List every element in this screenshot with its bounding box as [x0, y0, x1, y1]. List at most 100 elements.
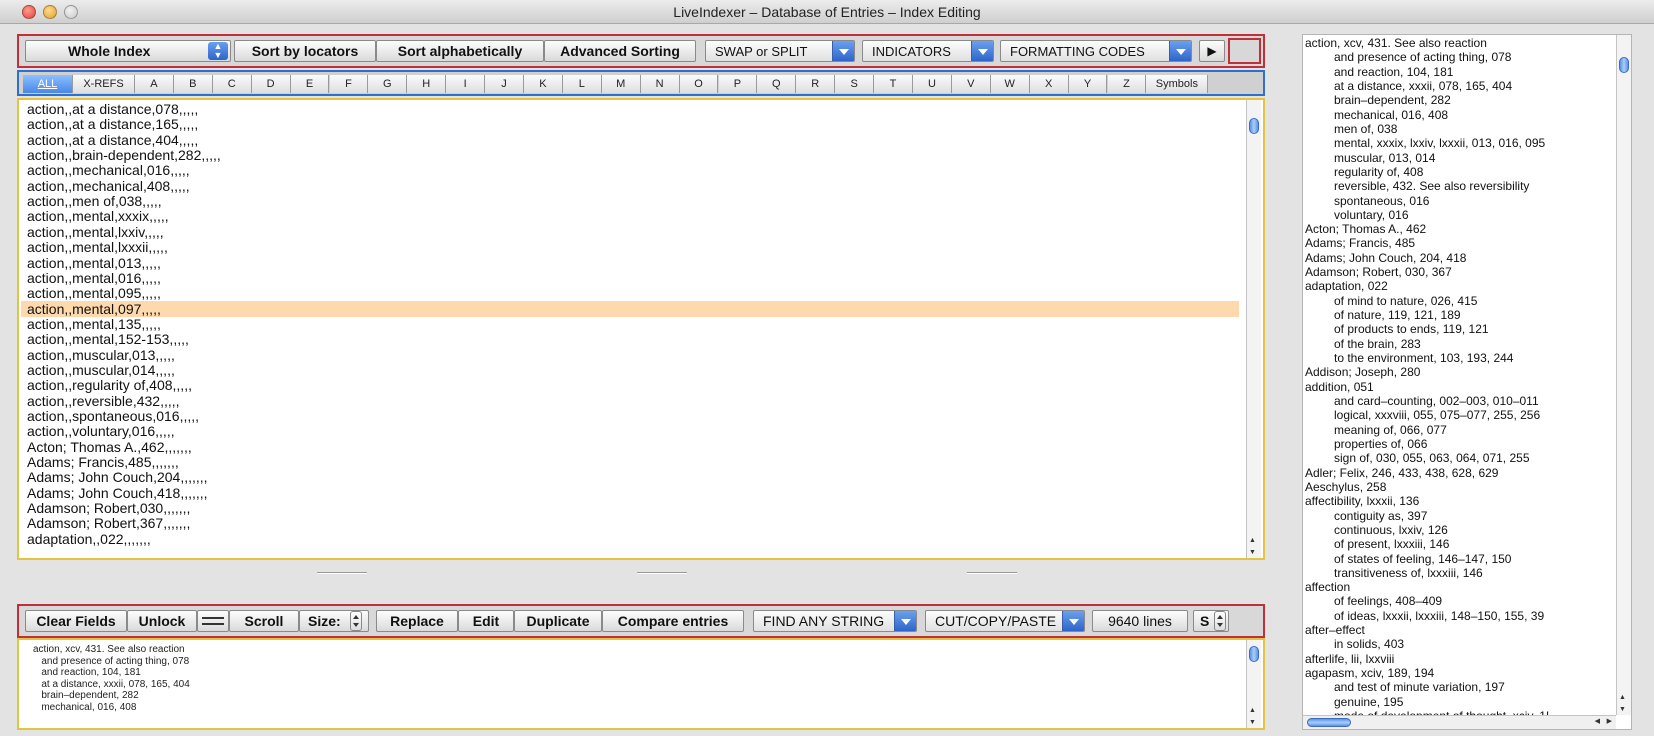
entry-row[interactable]: action,,at a distance,404,,,,,: [27, 132, 198, 148]
list-scroll-thumb[interactable]: [1249, 118, 1259, 134]
scroll-right-arrow-icon[interactable]: ▶: [1607, 717, 1612, 725]
letter-tab-a[interactable]: A: [135, 75, 174, 93]
swap-or-split-dropdown[interactable]: SWAP or SPLIT: [705, 40, 855, 62]
letter-tab-f[interactable]: F: [329, 75, 369, 93]
scroll-up-arrow-icon[interactable]: ▲: [1249, 707, 1256, 714]
formatted-index-panel[interactable]: action, xcv, 431. See also reaction and p…: [1302, 34, 1632, 730]
entry-row[interactable]: Adams; John Couch,204,,,,,,,: [27, 470, 208, 485]
scroll-down-arrow-icon[interactable]: ▼: [1249, 549, 1256, 556]
entry-row[interactable]: action,,muscular,014,,,,,: [27, 362, 175, 378]
sort-alphabetically-button[interactable]: Sort alphabetically: [376, 40, 544, 62]
letter-tab-i[interactable]: I: [446, 75, 486, 93]
preview-scrollbar[interactable]: ▲ ▼: [1246, 640, 1261, 728]
cut-copy-paste-dropdown[interactable]: CUT/COPY/PASTE: [925, 610, 1085, 632]
entry-row[interactable]: action,,mental,xxxix,,,,,: [27, 209, 169, 224]
letter-tab-k[interactable]: K: [524, 75, 563, 93]
letter-tab-w[interactable]: W: [990, 75, 1030, 93]
letter-tab-j[interactable]: J: [485, 75, 524, 93]
preview-scroll-thumb[interactable]: [1249, 646, 1259, 662]
letter-tab-g[interactable]: G: [368, 75, 408, 93]
scroll-down-arrow-icon[interactable]: ▼: [1249, 719, 1256, 726]
entry-row[interactable]: action,,mental,lxxxii,,,,,: [27, 240, 168, 255]
entry-row[interactable]: action,,at a distance,078,,,,,: [27, 102, 198, 117]
letter-tab-b[interactable]: B: [173, 75, 213, 93]
unlock-button[interactable]: Unlock: [127, 610, 197, 632]
split-grip[interactable]: [317, 572, 367, 574]
entry-row[interactable]: Adams; John Couch,418,,,,,,,: [27, 485, 208, 501]
letter-tab-n[interactable]: N: [640, 75, 680, 93]
play-button[interactable]: ▶: [1199, 40, 1225, 62]
letter-tab-x-refs[interactable]: X-REFS: [73, 75, 135, 93]
letter-tab-q[interactable]: Q: [757, 75, 797, 93]
entry-row[interactable]: action,,at a distance,165,,,,,: [27, 117, 198, 132]
split-grip[interactable]: [967, 572, 1017, 574]
s-field[interactable]: S: [1193, 610, 1229, 632]
letter-tab-symbols[interactable]: Symbols: [1146, 75, 1209, 93]
entry-row[interactable]: action,,mental,097,,,,,: [27, 301, 161, 317]
split-grip[interactable]: [637, 572, 687, 574]
letter-tab-c[interactable]: C: [212, 75, 252, 93]
letter-tab-all[interactable]: ALL: [23, 75, 73, 93]
scroll-up-arrow-icon[interactable]: ▲: [1249, 537, 1256, 544]
letter-tab-x[interactable]: X: [1029, 75, 1069, 93]
entry-row[interactable]: action,,brain-dependent,282,,,,,: [27, 148, 221, 163]
entry-row[interactable]: action,,muscular,013,,,,,: [27, 347, 175, 363]
replace-button[interactable]: Replace: [376, 610, 458, 632]
size-stepper[interactable]: [350, 611, 362, 631]
letter-tab-v[interactable]: V: [951, 75, 991, 93]
letter-tab-s[interactable]: S: [835, 75, 875, 93]
index-horizontal-scrollbar[interactable]: ◀ ▶: [1303, 715, 1616, 729]
indicators-dropdown[interactable]: INDICATORS: [862, 40, 994, 62]
letter-tab-l[interactable]: L: [562, 75, 602, 93]
entry-row[interactable]: action,,mental,135,,,,,: [27, 316, 161, 332]
find-any-string-dropdown[interactable]: FIND ANY STRING: [753, 610, 917, 632]
scroll-down-arrow-icon[interactable]: ▼: [1619, 706, 1626, 713]
entry-row[interactable]: Adamson; Robert,367,,,,,,,: [27, 516, 190, 531]
zoom-window-button[interactable]: [64, 5, 78, 19]
letter-tab-u[interactable]: U: [913, 75, 952, 93]
list-scrollbar[interactable]: ▲ ▼: [1246, 100, 1261, 558]
duplicate-button[interactable]: Duplicate: [514, 610, 602, 632]
close-window-button[interactable]: [22, 5, 36, 19]
letter-tab-h[interactable]: H: [407, 75, 447, 93]
letter-tab-m[interactable]: M: [601, 75, 641, 93]
entry-row[interactable]: action,,men of,038,,,,,: [27, 194, 162, 209]
entry-row[interactable]: action,,mental,095,,,,,: [27, 286, 161, 301]
entry-row[interactable]: Adamson; Robert,030,,,,,,,: [27, 501, 190, 516]
entry-row[interactable]: action,,spontaneous,016,,,,,: [27, 409, 199, 424]
entries-list[interactable]: action,,at a distance,078,,,,, action,,at…: [17, 98, 1265, 560]
scope-select[interactable]: Whole Index ▲ ▼: [25, 40, 231, 62]
entry-row[interactable]: action,,mental,016,,,,,: [27, 270, 161, 286]
letter-tab-z[interactable]: Z: [1107, 75, 1147, 93]
letter-tab-o[interactable]: O: [679, 75, 719, 93]
edit-button[interactable]: Edit: [458, 610, 514, 632]
letter-tab-y[interactable]: Y: [1068, 75, 1108, 93]
title-bar[interactable]: LiveIndexer – Database of Entries – Inde…: [0, 0, 1654, 24]
index-scrollbar[interactable]: ▲ ▼: [1616, 35, 1631, 715]
formatting-codes-dropdown[interactable]: FORMATTING CODES: [1000, 40, 1192, 62]
entry-row[interactable]: action,,voluntary,016,,,,,: [27, 424, 175, 439]
formatted-preview[interactable]: action, xcv, 431. See also reaction and …: [17, 638, 1265, 730]
clear-fields-button[interactable]: Clear Fields: [25, 610, 127, 632]
minimize-window-button[interactable]: [43, 5, 57, 19]
compare-entries-button[interactable]: Compare entries: [602, 610, 744, 632]
letter-tab-d[interactable]: D: [251, 75, 291, 93]
scroll-up-arrow-icon[interactable]: ▲: [1619, 694, 1626, 701]
entry-row[interactable]: action,,mechanical,016,,,,,: [27, 163, 190, 178]
advanced-sorting-button[interactable]: Advanced Sorting: [544, 40, 696, 62]
entry-row[interactable]: Adams; Francis,485,,,,,,,: [27, 455, 179, 470]
entry-row[interactable]: action,,regularity of,408,,,,,: [27, 378, 192, 393]
index-hscroll-thumb[interactable]: [1307, 718, 1351, 727]
entry-row[interactable]: action,,mental,lxxiv,,,,,: [27, 224, 164, 240]
letter-tab-r[interactable]: R: [796, 75, 836, 93]
letter-tab-p[interactable]: P: [718, 75, 758, 93]
letter-tab-t[interactable]: T: [874, 75, 913, 93]
entry-row[interactable]: action,,mental,152-153,,,,,: [27, 332, 189, 347]
size-control[interactable]: Size:: [299, 610, 369, 632]
entry-row[interactable]: adaptation,,022,,,,,,,: [27, 531, 151, 547]
entry-row[interactable]: Acton; Thomas A.,462,,,,,,,: [27, 439, 192, 455]
scroll-left-arrow-icon[interactable]: ◀: [1595, 717, 1600, 725]
sort-by-locators-button[interactable]: Sort by locators: [234, 40, 376, 62]
s-stepper[interactable]: [1214, 611, 1226, 631]
letter-tab-e[interactable]: E: [290, 75, 330, 93]
